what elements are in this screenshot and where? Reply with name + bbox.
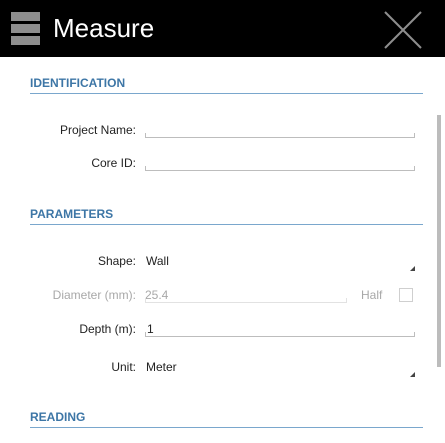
shape-select[interactable]: Wall: [146, 254, 415, 271]
project-name-input[interactable]: [145, 123, 415, 138]
section-parameters-heading: PARAMETERS: [30, 207, 114, 221]
unit-select-value: Meter: [146, 360, 177, 374]
dropdown-arrow-icon: [410, 266, 415, 271]
section-reading-heading: READING: [30, 410, 86, 424]
page-title: Measure: [53, 13, 155, 43]
form-panel: IDENTIFICATION Project Name: Core ID: PA…: [8, 57, 432, 443]
dropdown-arrow-icon: [410, 372, 415, 377]
depth-label: Depth (m):: [79, 322, 136, 336]
unit-label: Unit:: [111, 360, 136, 374]
shape-label: Shape:: [97, 254, 136, 268]
title-bar: Measure: [0, 0, 445, 57]
half-checkbox[interactable]: [399, 288, 413, 302]
scrollbar-thumb[interactable]: [437, 115, 441, 367]
section-divider: [30, 224, 423, 225]
close-icon[interactable]: [383, 10, 423, 50]
section-divider: [30, 93, 423, 94]
diameter-label: Diameter (mm):: [52, 288, 136, 302]
depth-input[interactable]: 1: [145, 322, 415, 337]
half-label: Half: [361, 288, 383, 302]
core-id-label: Core ID:: [91, 156, 136, 170]
diameter-input[interactable]: 25.4: [145, 288, 347, 303]
section-identification-heading: IDENTIFICATION: [30, 76, 126, 90]
depth-input-value: 1: [147, 322, 154, 336]
shape-select-value: Wall: [146, 254, 169, 268]
hamburger-icon[interactable]: [11, 12, 40, 45]
core-id-input[interactable]: [145, 156, 415, 171]
project-name-label: Project Name:: [59, 123, 136, 137]
vertical-scrollbar[interactable]: [432, 57, 445, 443]
unit-select[interactable]: Meter: [146, 360, 415, 377]
section-divider: [30, 427, 423, 428]
